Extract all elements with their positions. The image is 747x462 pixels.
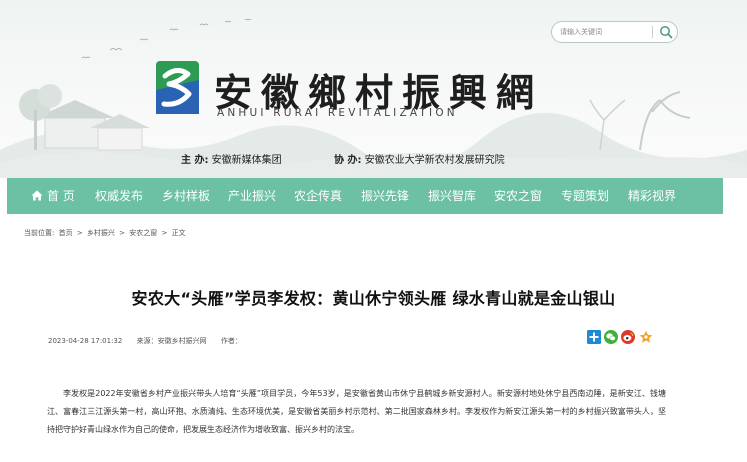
search-box[interactable]	[551, 21, 678, 43]
plus-share-icon[interactable]	[587, 330, 601, 344]
nav-item-label: 首 页	[47, 189, 75, 203]
article-meta: 2023-04-28 17:01:32 来源：安徽乡村振兴网 作者：	[48, 336, 254, 346]
nav-item-industry[interactable]: 产业振兴	[228, 178, 276, 214]
article-title: 安农大“头雁”学员李发权：黄山休宁领头雁 绿水青山就是金山银山	[131, 289, 616, 308]
favorite-star-icon[interactable]	[639, 330, 653, 344]
nav-item-video[interactable]: 精彩视界	[628, 178, 676, 214]
nav-item-anong-window[interactable]: 安农之窗	[494, 178, 542, 214]
nav-item-village-models[interactable]: 乡村样板	[162, 178, 210, 214]
search-input[interactable]	[552, 22, 652, 42]
main-nav: 首 页 权威发布 乡村样板 产业振兴 农企传真 振兴先锋 振兴智库 安农之窗 专…	[7, 178, 723, 214]
breadcrumb-link-rural[interactable]: 乡村振兴	[87, 229, 115, 237]
breadcrumb-link-home[interactable]: 首页	[59, 229, 73, 237]
article-source: 来源：安徽乡村振兴网	[136, 337, 207, 345]
home-icon	[31, 190, 43, 201]
nav-item-enterprise-news[interactable]: 农企传真	[294, 178, 342, 214]
article-datetime: 2023-04-28 17:01:32	[48, 337, 123, 345]
search-icon[interactable]	[659, 25, 673, 39]
breadcrumb-link-anong[interactable]: 安农之窗	[129, 229, 157, 237]
sponsor-label: 主 办:	[181, 155, 209, 166]
article-paragraph: 李发权是2022年安徽省乡村产业振兴带头人培育“头雁”项目学员，今年53岁，是安…	[47, 389, 666, 434]
breadcrumb-current: 正文	[171, 229, 186, 237]
nav-item-home[interactable]: 首 页	[31, 178, 75, 214]
logo-emblem-icon	[156, 61, 199, 114]
sponsor-value: 安徽新媒体集团	[211, 155, 282, 166]
header-banner: 安徽鄉村振興網 ANHUI RURAI REVITALIZATION 主 办: …	[0, 0, 747, 178]
nav-item-authority[interactable]: 权威发布	[95, 178, 143, 214]
search-divider	[652, 26, 653, 38]
breadcrumb: 当前位置: 首页 > 乡村振兴 > 安农之窗 > 正文	[24, 228, 188, 238]
site-subtitle: ANHUI RURAI REVITALIZATION	[217, 107, 458, 119]
breadcrumb-prefix: 当前位置:	[24, 229, 55, 237]
nav-item-think-tank[interactable]: 振兴智库	[428, 178, 476, 214]
article-body: 李发权是2022年安徽省乡村产业振兴带头人培育“头雁”项目学员，今年53岁，是安…	[47, 385, 666, 439]
co-sponsor-value: 安徽农业大学新农村发展研究院	[364, 155, 505, 166]
breadcrumb-separator: >	[119, 229, 126, 237]
sponsor: 主 办: 安徽新媒体集团	[181, 151, 282, 166]
nav-item-special-topics[interactable]: 专题策划	[561, 178, 609, 214]
nav-item-pioneers[interactable]: 振兴先锋	[361, 178, 409, 214]
co-sponsor-label: 协 办:	[334, 155, 362, 166]
weibo-icon[interactable]	[621, 330, 635, 344]
breadcrumb-separator: >	[76, 229, 83, 237]
breadcrumb-separator: >	[161, 229, 168, 237]
co-sponsor: 协 办: 安徽农业大学新农村发展研究院	[334, 151, 505, 166]
article-author: 作者：	[220, 337, 242, 345]
wechat-icon[interactable]	[604, 330, 618, 344]
